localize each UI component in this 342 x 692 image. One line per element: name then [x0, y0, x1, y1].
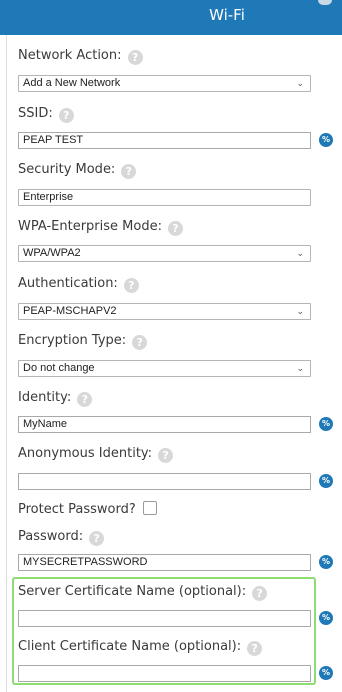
- client-certificate-label: Client Certificate Name (optional):?: [18, 639, 263, 656]
- password-input[interactable]: MYSECRETPASSWORD: [18, 554, 311, 571]
- server-certificate-variable-icon[interactable]: %: [319, 611, 333, 625]
- anonymous-identity-label: Anonymous Identity:?: [18, 446, 174, 463]
- server-certificate-label-text: Server Certificate Name (optional):: [18, 584, 247, 599]
- encryption-type-label: Encryption Type:?: [18, 333, 148, 350]
- security-mode-select[interactable]: Enterprise: [18, 189, 311, 206]
- identity-label-text: Identity:: [18, 390, 72, 405]
- encryption-type-label-text: Encryption Type:: [18, 333, 127, 348]
- help-icon[interactable]: ?: [127, 50, 143, 65]
- network-action-select[interactable]: Add a New Network ⌄: [18, 75, 311, 92]
- chevron-down-icon: ⌄: [296, 306, 304, 316]
- identity-value: MyName: [23, 418, 68, 430]
- client-certificate-label-text: Client Certificate Name (optional):: [18, 639, 242, 654]
- protect-password-label-text: Protect Password?: [18, 502, 136, 517]
- wpa-mode-label-text: WPA-Enterprise Mode:: [18, 219, 162, 234]
- ssid-value: PEAP TEST: [23, 134, 84, 146]
- server-certificate-input[interactable]: [18, 610, 311, 627]
- ssid-input[interactable]: PEAP TEST: [18, 132, 311, 149]
- encryption-type-value: Do not change: [23, 362, 95, 374]
- help-icon[interactable]: ?: [77, 392, 93, 407]
- wpa-mode-select[interactable]: WPA/WPA2 ⌄: [18, 245, 311, 262]
- help-icon[interactable]: ?: [121, 164, 137, 179]
- ssid-label: SSID:?: [18, 106, 74, 123]
- header-tab-handle: [318, 0, 332, 5]
- encryption-type-select[interactable]: Do not change ⌄: [18, 360, 311, 377]
- password-label-text: Password:: [18, 529, 84, 544]
- password-label: Password:?: [18, 529, 105, 546]
- authentication-value: PEAP-MSCHAPV2: [23, 305, 117, 317]
- password-variable-icon[interactable]: %: [319, 555, 333, 569]
- identity-input[interactable]: MyName: [18, 416, 311, 433]
- wpa-mode-value: WPA/WPA2: [23, 247, 81, 259]
- chevron-down-icon: ⌄: [296, 248, 304, 258]
- identity-variable-icon[interactable]: %: [319, 417, 333, 431]
- client-certificate-variable-icon[interactable]: %: [319, 666, 333, 680]
- page-title: Wi-Fi: [209, 6, 245, 24]
- chevron-down-icon: ⌄: [296, 363, 304, 373]
- protect-password-label: Protect Password?: [18, 501, 157, 518]
- help-icon[interactable]: ?: [123, 278, 139, 293]
- wpa-mode-label: WPA-Enterprise Mode:?: [18, 219, 183, 236]
- network-action-value: Add a New Network: [23, 77, 121, 89]
- help-icon[interactable]: ?: [252, 586, 268, 601]
- security-mode-value: Enterprise: [23, 191, 74, 203]
- header-bar: Wi-Fi: [0, 0, 342, 35]
- protect-password-checkbox[interactable]: [142, 501, 157, 515]
- anonymous-identity-label-text: Anonymous Identity:: [18, 446, 153, 461]
- authentication-label-text: Authentication:: [18, 276, 118, 291]
- help-icon[interactable]: ?: [132, 335, 148, 350]
- security-mode-label: Security Mode:?: [18, 162, 137, 179]
- authentication-label: Authentication:?: [18, 276, 139, 293]
- left-divider: [6, 35, 7, 692]
- help-icon[interactable]: ?: [158, 448, 174, 463]
- help-icon[interactable]: ?: [58, 108, 74, 123]
- help-icon[interactable]: ?: [89, 531, 105, 546]
- ssid-label-text: SSID:: [18, 106, 53, 121]
- client-certificate-input[interactable]: [18, 665, 311, 682]
- anonymous-identity-input[interactable]: [18, 473, 311, 490]
- security-mode-label-text: Security Mode:: [18, 162, 116, 177]
- network-action-label-text: Network Action:: [18, 48, 122, 63]
- password-value: MYSECRETPASSWORD: [23, 556, 148, 568]
- ssid-variable-icon[interactable]: %: [319, 133, 333, 147]
- help-icon[interactable]: ?: [167, 221, 183, 236]
- anonymous-identity-variable-icon[interactable]: %: [319, 474, 333, 488]
- authentication-select[interactable]: PEAP-MSCHAPV2 ⌄: [18, 303, 311, 320]
- network-action-label: Network Action:?: [18, 48, 143, 65]
- chevron-down-icon: ⌄: [296, 78, 304, 88]
- identity-label: Identity:?: [18, 390, 93, 407]
- server-certificate-label: Server Certificate Name (optional):?: [18, 584, 268, 601]
- help-icon[interactable]: ?: [247, 641, 263, 656]
